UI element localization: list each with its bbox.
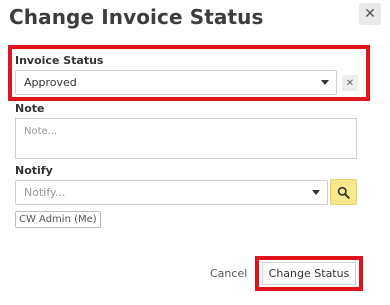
close-icon: ✕ [364, 6, 376, 22]
chevron-down-icon [321, 80, 329, 85]
clear-icon: ✕ [345, 77, 355, 89]
invoice-status-label: Invoice Status [15, 54, 104, 67]
cancel-button[interactable]: Cancel [210, 267, 247, 280]
clear-status-button[interactable]: ✕ [342, 75, 358, 91]
notify-select[interactable]: Notify... [15, 180, 328, 205]
notify-label: Notify [15, 164, 53, 177]
change-status-button[interactable]: Change Status [262, 262, 356, 285]
invoice-status-value: Approved [24, 76, 77, 89]
chevron-down-icon [312, 190, 320, 195]
notify-search-button[interactable] [330, 179, 357, 205]
note-label: Note [15, 102, 45, 115]
close-button[interactable]: ✕ [359, 3, 381, 25]
search-icon [337, 186, 350, 199]
dialog-title: Change Invoice Status [9, 5, 264, 29]
notify-tag[interactable]: CW Admin (Me) [15, 211, 101, 228]
note-placeholder: Note... [24, 126, 58, 137]
note-textarea[interactable]: Note... [15, 118, 357, 159]
invoice-status-select[interactable]: Approved [15, 70, 337, 95]
notify-placeholder: Notify... [24, 186, 66, 199]
